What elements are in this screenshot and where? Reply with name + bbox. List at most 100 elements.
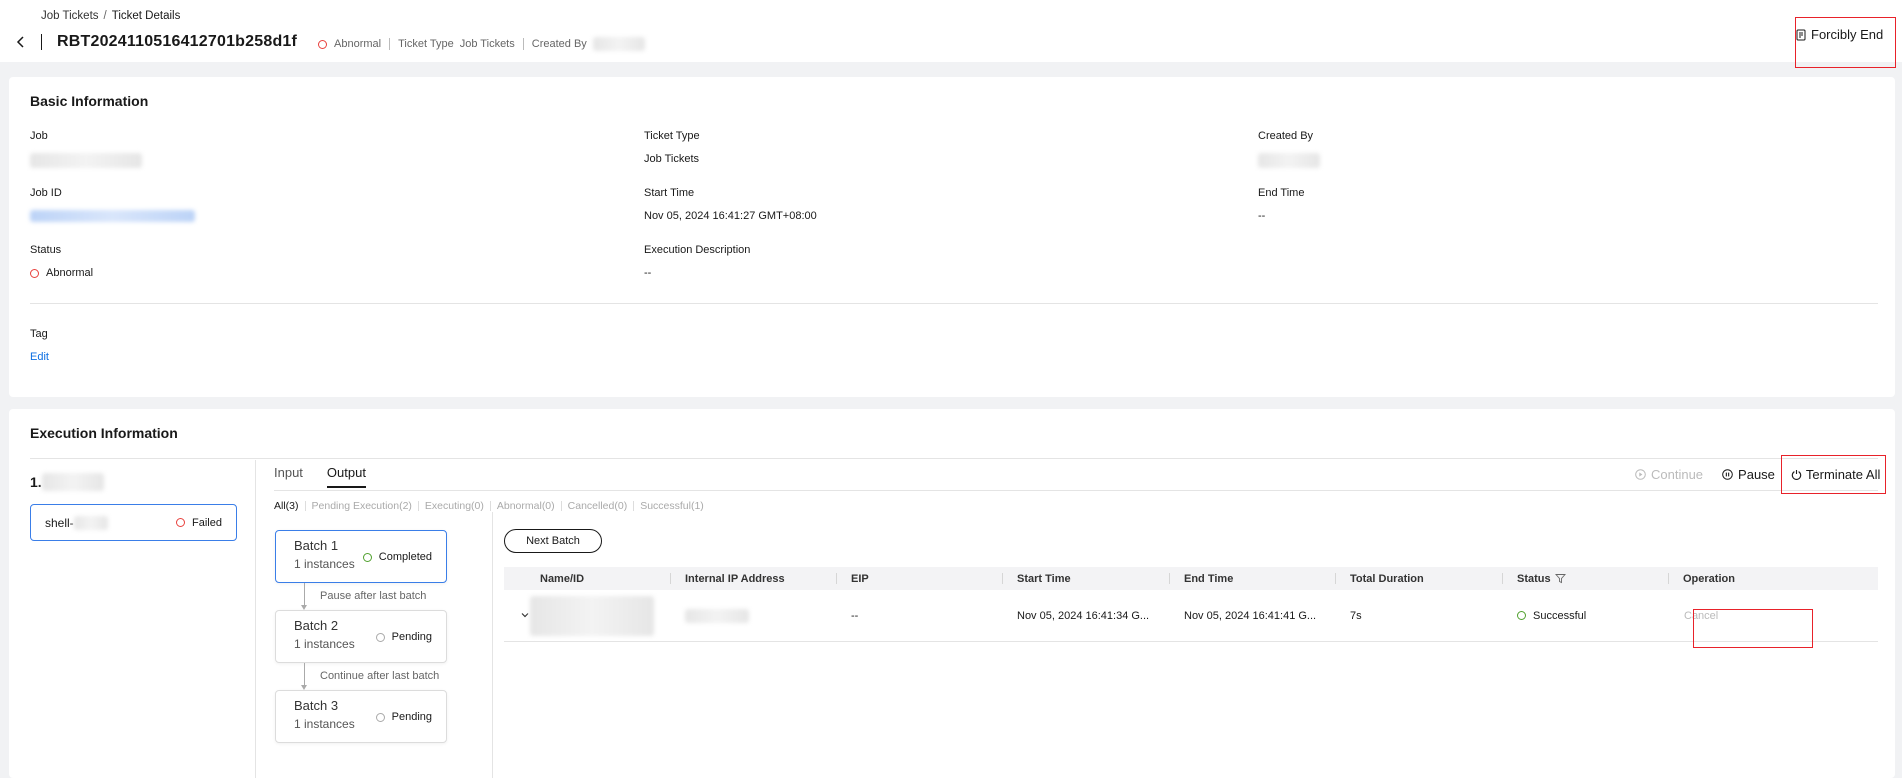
panel-divider	[492, 512, 493, 778]
task-card-shell[interactable]: shell- Failed	[30, 504, 237, 541]
filter-cancelled[interactable]: Cancelled(0)	[568, 500, 628, 512]
continue-label: Continue	[1651, 467, 1704, 482]
batch-card-1[interactable]: Batch 1 1 instances Completed	[275, 530, 447, 583]
meta-divider	[522, 38, 524, 50]
meta-divider	[389, 38, 391, 50]
forcibly-end-button[interactable]: Forcibly End	[1795, 27, 1883, 42]
panel-divider	[255, 460, 256, 778]
chevron-down-icon[interactable]	[520, 610, 530, 620]
pause-label: Pause	[1738, 467, 1775, 482]
step-number: 1.	[30, 474, 42, 490]
header-meta: Abnormal Ticket Type Job Tickets Created…	[318, 37, 645, 51]
tab-output[interactable]: Output	[326, 465, 366, 488]
filter-pending[interactable]: Pending Execution(2)	[312, 500, 412, 512]
execution-description-label: Execution Description	[644, 244, 751, 256]
continue-button[interactable]: Continue	[1635, 467, 1703, 482]
job-id-field: Job ID	[30, 187, 195, 222]
redacted-job-name	[30, 153, 142, 168]
tag-label: Tag	[30, 328, 48, 340]
job-id-label: Job ID	[30, 187, 62, 199]
col-eip: EIP	[837, 567, 1003, 590]
end-time-field: End Time --	[1258, 187, 1304, 222]
redacted-internal-ip	[685, 608, 749, 623]
batch-connector	[304, 583, 305, 607]
next-batch-button[interactable]: Next Batch	[504, 529, 602, 553]
pending-status-icon	[375, 712, 385, 722]
pending-status-icon	[375, 632, 385, 642]
table-row: -- Nov 05, 2024 16:41:34 G... Nov 05, 20…	[504, 590, 1878, 642]
created-by-field: Created By	[1258, 130, 1320, 168]
pause-button[interactable]: Pause	[1722, 467, 1775, 482]
cell-end-time: Nov 05, 2024 16:41:41 G...	[1184, 609, 1317, 622]
failed-status-icon	[176, 518, 186, 527]
col-status: Status	[1503, 567, 1669, 590]
page-header: Job Tickets / Ticket Details RBT2024110516…	[0, 0, 1902, 62]
header-ticket-type-label: Ticket Type	[398, 38, 454, 50]
basic-information-title: Basic Information	[30, 93, 149, 109]
ticket-type-value: Job Tickets	[644, 153, 700, 165]
forcibly-end-label: Forcibly End	[1811, 27, 1884, 42]
redacted-job-id-link[interactable]	[30, 210, 195, 222]
execution-description-field: Execution Description --	[644, 244, 750, 279]
task-name: shell-	[45, 515, 74, 530]
page-title: RBT2024110516412701b258d1f	[57, 33, 298, 50]
cell-status: Successful	[1533, 609, 1587, 622]
ticket-type-field: Ticket Type Job Tickets	[644, 130, 700, 165]
section-divider	[30, 458, 1878, 459]
col-status-label: Status	[1517, 572, 1551, 585]
created-by-label: Created By	[1258, 130, 1314, 142]
tabs-underline	[274, 490, 1878, 491]
batch-status: Pending	[391, 631, 432, 643]
header-ticket-type-value: Job Tickets	[459, 38, 515, 50]
terminate-all-label: Terminate All	[1805, 467, 1881, 482]
redacted-created-by	[1258, 153, 1320, 168]
filter-icon[interactable]	[1554, 573, 1566, 584]
filter-executing[interactable]: Executing(0)	[425, 500, 484, 512]
completed-status-icon	[362, 552, 372, 562]
terminate-all-button[interactable]: Terminate All	[1791, 467, 1880, 482]
status-value: Abnormal	[46, 267, 94, 279]
col-name-id: Name/ID	[504, 567, 671, 590]
cell-eip: --	[851, 609, 859, 622]
power-icon	[1791, 470, 1802, 480]
back-arrow-icon[interactable]	[13, 34, 29, 50]
redacted-step-name	[41, 473, 104, 491]
tag-edit-link[interactable]: Edit	[30, 351, 49, 363]
batch-card-2[interactable]: Batch 2 1 instances Pending	[275, 610, 447, 663]
abnormal-status-icon	[318, 39, 327, 49]
status-label: Status	[30, 244, 62, 256]
batch-status: Completed	[378, 551, 432, 563]
col-operation: Operation	[1683, 572, 1735, 585]
basic-information-card: Basic Information Job Ticket Type Job Ti…	[9, 77, 1895, 397]
execution-information-card: Execution Information 1. shell- Failed I…	[9, 409, 1895, 778]
instances-table-header: Name/ID Internal IP Address EIP Start Ti…	[504, 567, 1878, 590]
col-end-time: End Time	[1170, 567, 1336, 590]
cell-duration: 7s	[1350, 609, 1362, 622]
redacted-task-name	[73, 515, 108, 530]
header-created-by-label: Created By	[531, 38, 587, 50]
batch-connector	[304, 663, 305, 687]
cancel-button[interactable]: Cancel	[1684, 610, 1718, 622]
col-internal-ip: Internal IP Address	[671, 567, 837, 590]
tab-input[interactable]: Input	[274, 465, 303, 488]
start-time-label: Start Time	[644, 187, 695, 199]
connector-label: Continue after last batch	[320, 670, 440, 682]
filter-abnormal[interactable]: Abnormal(0)	[497, 500, 555, 512]
ticket-type-label: Ticket Type	[644, 130, 700, 142]
execution-description-value: --	[644, 267, 652, 279]
title-divider	[41, 34, 42, 50]
document-icon	[1796, 29, 1806, 40]
breadcrumb: Job Tickets / Ticket Details	[41, 10, 180, 22]
start-time-field: Start Time Nov 05, 2024 16:41:27 GMT+08:…	[644, 187, 817, 222]
breadcrumb-current: Ticket Details	[111, 10, 181, 22]
batch-card-3[interactable]: Batch 3 1 instances Pending	[275, 690, 447, 743]
filter-successful[interactable]: Successful(1)	[640, 500, 704, 512]
breadcrumb-job-tickets[interactable]: Job Tickets	[41, 10, 99, 22]
abnormal-status-icon	[30, 268, 39, 278]
breadcrumb-separator: /	[103, 10, 107, 22]
col-total-duration: Total Duration	[1336, 567, 1503, 590]
redacted-instance-name[interactable]	[530, 595, 654, 636]
io-tabs: Input Output	[274, 465, 390, 488]
execution-actions: Continue Pause Terminate All	[1635, 467, 1880, 482]
filter-all[interactable]: All(3)	[274, 500, 299, 512]
